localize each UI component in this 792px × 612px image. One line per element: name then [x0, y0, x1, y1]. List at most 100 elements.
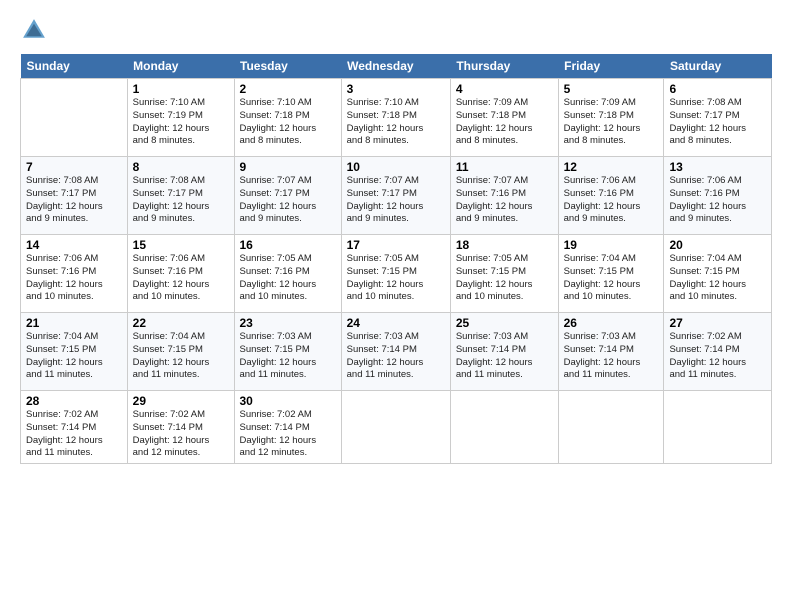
day-number: 29 — [133, 394, 229, 408]
day-cell: 13Sunrise: 7:06 AM Sunset: 7:16 PM Dayli… — [664, 157, 772, 235]
day-cell: 15Sunrise: 7:06 AM Sunset: 7:16 PM Dayli… — [127, 235, 234, 313]
day-cell: 17Sunrise: 7:05 AM Sunset: 7:15 PM Dayli… — [341, 235, 450, 313]
day-info: Sunrise: 7:07 AM Sunset: 7:17 PM Dayligh… — [347, 175, 445, 226]
day-cell: 27Sunrise: 7:02 AM Sunset: 7:14 PM Dayli… — [664, 313, 772, 391]
day-number: 12 — [564, 160, 659, 174]
weekday-header-saturday: Saturday — [664, 54, 772, 79]
day-cell — [450, 391, 558, 464]
weekday-header-thursday: Thursday — [450, 54, 558, 79]
day-number: 21 — [26, 316, 122, 330]
day-info: Sunrise: 7:07 AM Sunset: 7:16 PM Dayligh… — [456, 175, 553, 226]
day-number: 4 — [456, 82, 553, 96]
day-cell: 10Sunrise: 7:07 AM Sunset: 7:17 PM Dayli… — [341, 157, 450, 235]
day-info: Sunrise: 7:03 AM Sunset: 7:14 PM Dayligh… — [564, 331, 659, 382]
day-number: 9 — [240, 160, 336, 174]
day-info: Sunrise: 7:05 AM Sunset: 7:16 PM Dayligh… — [240, 253, 336, 304]
day-info: Sunrise: 7:09 AM Sunset: 7:18 PM Dayligh… — [456, 97, 553, 148]
week-row-2: 14Sunrise: 7:06 AM Sunset: 7:16 PM Dayli… — [21, 235, 772, 313]
day-cell — [558, 391, 664, 464]
day-info: Sunrise: 7:03 AM Sunset: 7:14 PM Dayligh… — [456, 331, 553, 382]
day-cell: 7Sunrise: 7:08 AM Sunset: 7:17 PM Daylig… — [21, 157, 128, 235]
day-number: 10 — [347, 160, 445, 174]
day-info: Sunrise: 7:07 AM Sunset: 7:17 PM Dayligh… — [240, 175, 336, 226]
weekday-header-monday: Monday — [127, 54, 234, 79]
day-number: 1 — [133, 82, 229, 96]
calendar-table: SundayMondayTuesdayWednesdayThursdayFrid… — [20, 54, 772, 464]
day-info: Sunrise: 7:09 AM Sunset: 7:18 PM Dayligh… — [564, 97, 659, 148]
day-cell: 11Sunrise: 7:07 AM Sunset: 7:16 PM Dayli… — [450, 157, 558, 235]
day-number: 7 — [26, 160, 122, 174]
day-number: 26 — [564, 316, 659, 330]
day-info: Sunrise: 7:05 AM Sunset: 7:15 PM Dayligh… — [456, 253, 553, 304]
day-info: Sunrise: 7:03 AM Sunset: 7:14 PM Dayligh… — [347, 331, 445, 382]
day-info: Sunrise: 7:02 AM Sunset: 7:14 PM Dayligh… — [669, 331, 766, 382]
weekday-header-wednesday: Wednesday — [341, 54, 450, 79]
week-row-3: 21Sunrise: 7:04 AM Sunset: 7:15 PM Dayli… — [21, 313, 772, 391]
day-info: Sunrise: 7:04 AM Sunset: 7:15 PM Dayligh… — [133, 331, 229, 382]
day-info: Sunrise: 7:06 AM Sunset: 7:16 PM Dayligh… — [669, 175, 766, 226]
day-number: 23 — [240, 316, 336, 330]
day-cell: 6Sunrise: 7:08 AM Sunset: 7:17 PM Daylig… — [664, 79, 772, 157]
week-row-1: 7Sunrise: 7:08 AM Sunset: 7:17 PM Daylig… — [21, 157, 772, 235]
day-cell: 29Sunrise: 7:02 AM Sunset: 7:14 PM Dayli… — [127, 391, 234, 464]
day-info: Sunrise: 7:02 AM Sunset: 7:14 PM Dayligh… — [133, 409, 229, 460]
weekday-header-row: SundayMondayTuesdayWednesdayThursdayFrid… — [21, 54, 772, 79]
day-number: 13 — [669, 160, 766, 174]
day-cell — [341, 391, 450, 464]
day-info: Sunrise: 7:02 AM Sunset: 7:14 PM Dayligh… — [26, 409, 122, 460]
week-row-0: 1Sunrise: 7:10 AM Sunset: 7:19 PM Daylig… — [21, 79, 772, 157]
day-info: Sunrise: 7:10 AM Sunset: 7:19 PM Dayligh… — [133, 97, 229, 148]
day-number: 30 — [240, 394, 336, 408]
day-cell: 23Sunrise: 7:03 AM Sunset: 7:15 PM Dayli… — [234, 313, 341, 391]
day-info: Sunrise: 7:02 AM Sunset: 7:14 PM Dayligh… — [240, 409, 336, 460]
day-cell: 20Sunrise: 7:04 AM Sunset: 7:15 PM Dayli… — [664, 235, 772, 313]
day-number: 15 — [133, 238, 229, 252]
header — [20, 16, 772, 44]
day-cell: 24Sunrise: 7:03 AM Sunset: 7:14 PM Dayli… — [341, 313, 450, 391]
day-info: Sunrise: 7:04 AM Sunset: 7:15 PM Dayligh… — [669, 253, 766, 304]
day-info: Sunrise: 7:06 AM Sunset: 7:16 PM Dayligh… — [564, 175, 659, 226]
page: SundayMondayTuesdayWednesdayThursdayFrid… — [0, 0, 792, 612]
day-cell: 9Sunrise: 7:07 AM Sunset: 7:17 PM Daylig… — [234, 157, 341, 235]
weekday-header-tuesday: Tuesday — [234, 54, 341, 79]
day-number: 27 — [669, 316, 766, 330]
day-cell: 16Sunrise: 7:05 AM Sunset: 7:16 PM Dayli… — [234, 235, 341, 313]
day-info: Sunrise: 7:05 AM Sunset: 7:15 PM Dayligh… — [347, 253, 445, 304]
day-number: 24 — [347, 316, 445, 330]
day-info: Sunrise: 7:08 AM Sunset: 7:17 PM Dayligh… — [133, 175, 229, 226]
day-cell: 30Sunrise: 7:02 AM Sunset: 7:14 PM Dayli… — [234, 391, 341, 464]
day-number: 3 — [347, 82, 445, 96]
day-number: 2 — [240, 82, 336, 96]
day-cell — [21, 79, 128, 157]
week-row-4: 28Sunrise: 7:02 AM Sunset: 7:14 PM Dayli… — [21, 391, 772, 464]
day-cell: 5Sunrise: 7:09 AM Sunset: 7:18 PM Daylig… — [558, 79, 664, 157]
day-info: Sunrise: 7:03 AM Sunset: 7:15 PM Dayligh… — [240, 331, 336, 382]
day-cell: 12Sunrise: 7:06 AM Sunset: 7:16 PM Dayli… — [558, 157, 664, 235]
day-number: 18 — [456, 238, 553, 252]
day-number: 20 — [669, 238, 766, 252]
day-info: Sunrise: 7:06 AM Sunset: 7:16 PM Dayligh… — [133, 253, 229, 304]
day-info: Sunrise: 7:04 AM Sunset: 7:15 PM Dayligh… — [26, 331, 122, 382]
weekday-header-friday: Friday — [558, 54, 664, 79]
day-number: 5 — [564, 82, 659, 96]
day-number: 25 — [456, 316, 553, 330]
day-info: Sunrise: 7:10 AM Sunset: 7:18 PM Dayligh… — [347, 97, 445, 148]
logo-icon — [20, 16, 48, 44]
day-cell: 1Sunrise: 7:10 AM Sunset: 7:19 PM Daylig… — [127, 79, 234, 157]
day-number: 28 — [26, 394, 122, 408]
day-cell: 8Sunrise: 7:08 AM Sunset: 7:17 PM Daylig… — [127, 157, 234, 235]
day-cell — [664, 391, 772, 464]
day-cell: 25Sunrise: 7:03 AM Sunset: 7:14 PM Dayli… — [450, 313, 558, 391]
day-cell: 18Sunrise: 7:05 AM Sunset: 7:15 PM Dayli… — [450, 235, 558, 313]
day-number: 6 — [669, 82, 766, 96]
day-number: 17 — [347, 238, 445, 252]
day-cell: 3Sunrise: 7:10 AM Sunset: 7:18 PM Daylig… — [341, 79, 450, 157]
day-cell: 28Sunrise: 7:02 AM Sunset: 7:14 PM Dayli… — [21, 391, 128, 464]
day-info: Sunrise: 7:08 AM Sunset: 7:17 PM Dayligh… — [26, 175, 122, 226]
day-info: Sunrise: 7:06 AM Sunset: 7:16 PM Dayligh… — [26, 253, 122, 304]
day-cell: 22Sunrise: 7:04 AM Sunset: 7:15 PM Dayli… — [127, 313, 234, 391]
day-info: Sunrise: 7:04 AM Sunset: 7:15 PM Dayligh… — [564, 253, 659, 304]
day-cell: 21Sunrise: 7:04 AM Sunset: 7:15 PM Dayli… — [21, 313, 128, 391]
day-info: Sunrise: 7:08 AM Sunset: 7:17 PM Dayligh… — [669, 97, 766, 148]
day-number: 22 — [133, 316, 229, 330]
